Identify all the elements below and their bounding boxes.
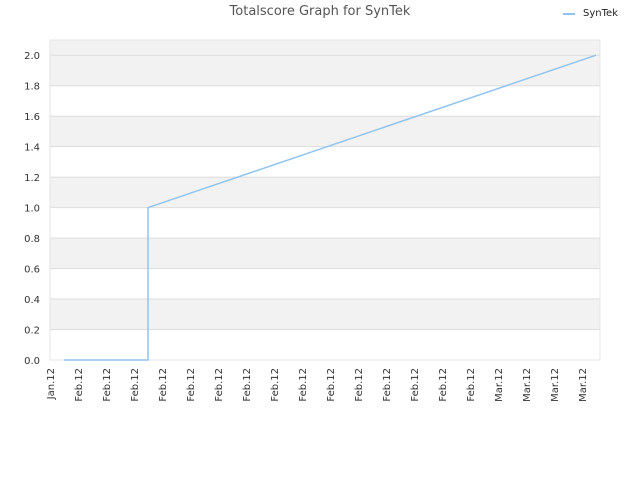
x-tick-label: Mar.12 xyxy=(578,368,589,402)
y-tick-label: 2.0 xyxy=(24,51,40,62)
x-tick-label: Feb.12 xyxy=(466,368,477,402)
plot-band xyxy=(50,238,600,269)
y-tick-label: 0.2 xyxy=(24,326,40,337)
y-tick-label: 1.0 xyxy=(24,204,40,215)
x-tick-label: Jan.12 xyxy=(46,368,57,400)
y-tick-label: 1.6 xyxy=(24,112,40,123)
x-tick-label: Feb.12 xyxy=(410,368,421,402)
x-tick-label: Feb.12 xyxy=(298,368,309,402)
x-tick-label: Mar.12 xyxy=(550,368,561,402)
x-tick-label: Feb.12 xyxy=(438,368,449,402)
x-tick-label: Feb.12 xyxy=(130,368,141,402)
x-tick-label: Feb.12 xyxy=(74,368,85,402)
x-tick-label: Feb.12 xyxy=(214,368,225,402)
x-tick-label: Feb.12 xyxy=(270,368,281,402)
x-tick-label: Feb.12 xyxy=(186,368,197,402)
x-tick-label: Feb.12 xyxy=(354,368,365,402)
y-tick-label: 1.4 xyxy=(24,143,40,154)
x-tick-label: Feb.12 xyxy=(158,368,169,402)
y-tick-label: 0.0 xyxy=(24,356,40,367)
x-tick-label: Mar.12 xyxy=(522,368,533,402)
x-tick-label: Mar.12 xyxy=(494,368,505,402)
plot-band xyxy=(50,177,600,208)
y-tick-label: 1.8 xyxy=(24,82,40,93)
plot-band xyxy=(50,299,600,330)
y-tick-label: 1.2 xyxy=(24,173,40,184)
plot-band xyxy=(50,116,600,147)
plot-band xyxy=(50,40,600,56)
y-tick-label: 0.4 xyxy=(24,295,40,306)
x-tick-label: Feb.12 xyxy=(102,368,113,402)
x-tick-label: Feb.12 xyxy=(382,368,393,402)
y-tick-label: 0.8 xyxy=(24,234,40,245)
x-tick-label: Feb.12 xyxy=(326,368,337,402)
chart-canvas: 0.0 0.2 0.4 0.6 0.8 1.0 1.2 1.4 1.6 1.8 2.0 Jan.12 F… xyxy=(24,39,601,402)
x-tick-label: Feb.12 xyxy=(242,368,253,402)
y-tick-label: 0.6 xyxy=(24,265,40,276)
